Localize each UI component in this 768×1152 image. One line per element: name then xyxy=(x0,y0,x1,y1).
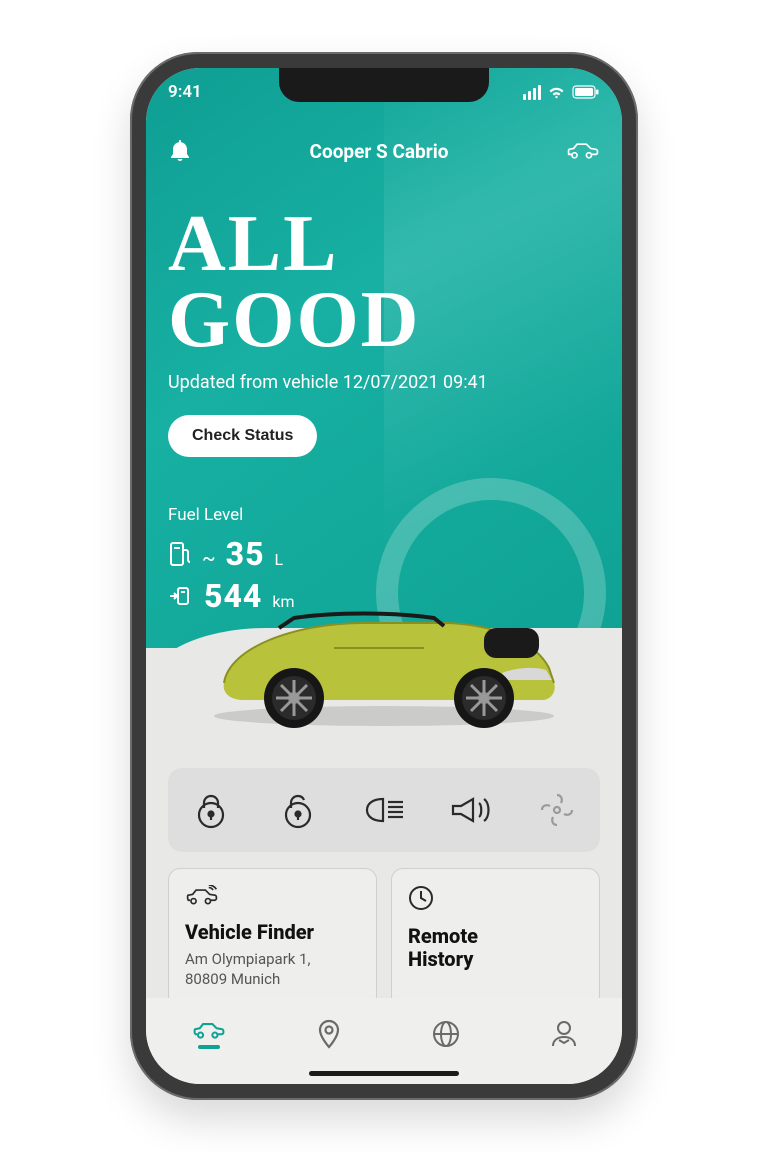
horn-icon xyxy=(449,795,491,825)
status-time: 9:41 xyxy=(168,82,202,102)
vehicle-finder-title: Vehicle Finder xyxy=(185,921,360,944)
cellular-icon xyxy=(523,85,541,100)
unlock-icon xyxy=(280,790,316,830)
fuel-pump-icon xyxy=(168,540,192,568)
unlock-button[interactable] xyxy=(270,782,326,838)
vehicle-title: Cooper S Cabrio xyxy=(310,140,449,163)
notch xyxy=(279,68,489,102)
fan-icon xyxy=(538,791,576,829)
pin-icon xyxy=(317,1019,341,1049)
remote-history-title: Remote History xyxy=(408,925,583,971)
tab-vehicle[interactable] xyxy=(192,1019,226,1049)
car-icon xyxy=(192,1019,226,1041)
phone-frame: 9:41 Cooper S Cabrio xyxy=(130,52,638,1100)
tab-map[interactable] xyxy=(317,1019,341,1049)
fuel-liters-row: ~ 35 L xyxy=(168,535,600,573)
updated-text: Updated from vehicle 12/07/2021 09:41 xyxy=(168,372,600,393)
lock-button[interactable] xyxy=(183,782,239,838)
status-headline-line2: GOOD xyxy=(168,282,600,358)
remote-history-card[interactable]: Remote History xyxy=(391,868,600,1008)
fuel-level-label: Fuel Level xyxy=(168,505,600,525)
vehicle-finder-address: Am Olympiapark 1, 80809 Munich xyxy=(185,950,360,989)
vehicle-image xyxy=(184,588,584,728)
home-indicator xyxy=(309,1071,459,1076)
screen: 9:41 Cooper S Cabrio xyxy=(146,68,622,1084)
tab-profile[interactable] xyxy=(551,1020,577,1048)
quick-actions xyxy=(168,768,600,852)
clock-icon xyxy=(408,885,583,915)
tab-explore[interactable] xyxy=(432,1020,460,1048)
status-headline: ALL GOOD xyxy=(168,206,600,358)
car-side-icon[interactable] xyxy=(566,141,600,161)
vehicle-finder-card[interactable]: Vehicle Finder Am Olympiapark 1, 80809 M… xyxy=(168,868,377,1008)
lock-icon xyxy=(193,790,229,830)
vehicle-finder-icon xyxy=(185,885,360,911)
status-headline-line1: ALL xyxy=(168,206,600,282)
climate-button[interactable] xyxy=(529,782,585,838)
battery-icon xyxy=(572,85,600,99)
horn-button[interactable] xyxy=(442,782,498,838)
check-status-button[interactable]: Check Status xyxy=(168,415,317,457)
bell-icon[interactable] xyxy=(168,138,192,164)
fuel-liters-unit: L xyxy=(275,550,284,569)
globe-icon xyxy=(432,1020,460,1048)
headlights-icon xyxy=(363,795,405,825)
wifi-icon xyxy=(547,85,566,99)
profile-icon xyxy=(551,1020,577,1048)
fuel-liters-value: 35 xyxy=(226,535,265,573)
headlights-button[interactable] xyxy=(356,782,412,838)
